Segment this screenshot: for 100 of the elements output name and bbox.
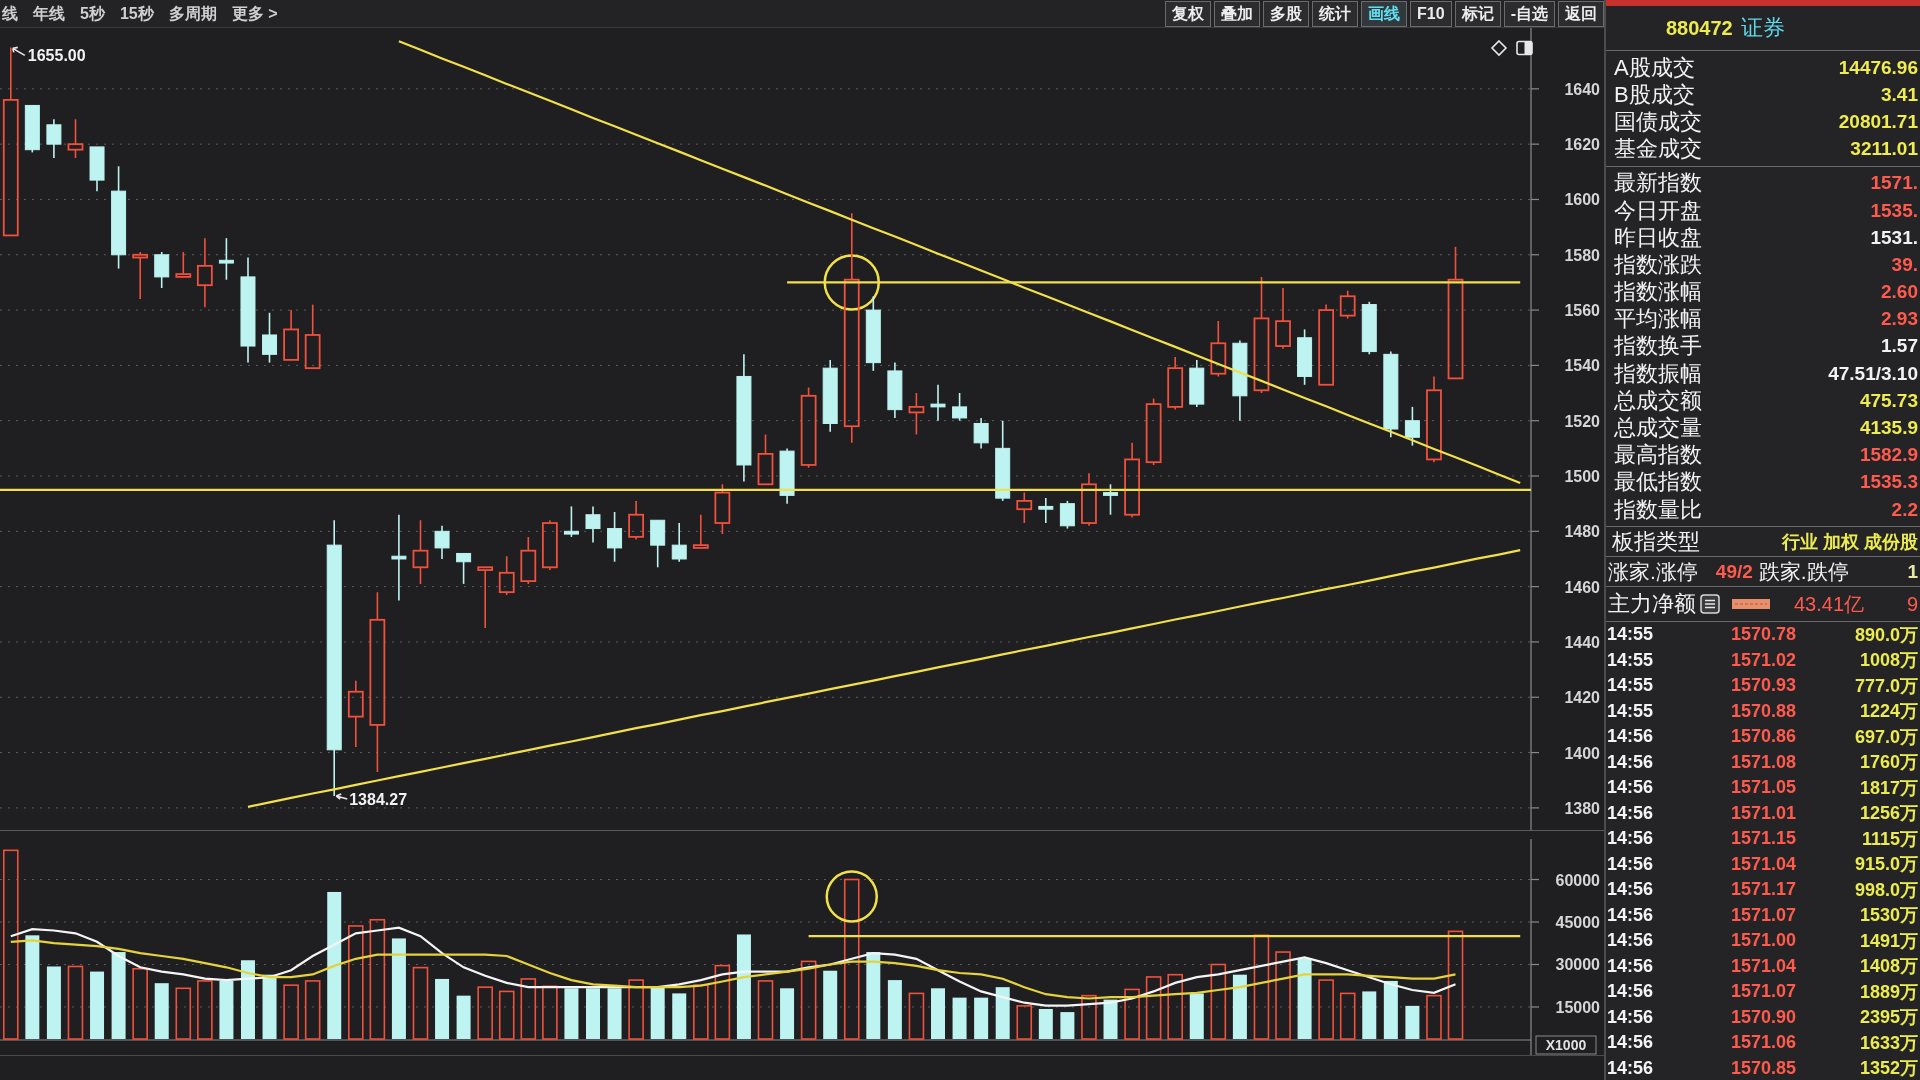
axis-label: 1580 bbox=[1564, 246, 1600, 264]
tick-time: 14:56 bbox=[1606, 955, 1655, 977]
candlestick bbox=[1361, 301, 1377, 356]
tick-volume: 890.0万 bbox=[1853, 623, 1919, 647]
candlestick bbox=[887, 361, 903, 419]
tick-volume: 1115万 bbox=[1860, 827, 1919, 851]
tick-volume: 1408万 bbox=[1858, 955, 1919, 979]
stat-label: 跌家.跌停 bbox=[1758, 558, 1849, 585]
candlestick bbox=[1145, 397, 1162, 466]
tick-time: 14:56 bbox=[1606, 930, 1655, 952]
candlestick bbox=[456, 552, 472, 585]
stat-value: 4135.9 bbox=[1859, 416, 1919, 441]
period-tab[interactable]: 线 bbox=[2, 3, 18, 24]
candlestick bbox=[1404, 406, 1420, 447]
stat-value: 39. bbox=[1891, 252, 1919, 277]
candlestick bbox=[1103, 483, 1118, 516]
tick-time: 14:55 bbox=[1606, 624, 1655, 646]
tick-price: 1571.08 bbox=[1729, 751, 1796, 773]
period-tab[interactable]: 15秒 bbox=[119, 3, 154, 24]
period-tab[interactable]: 更多 > bbox=[231, 3, 278, 24]
candlestick bbox=[477, 566, 494, 629]
stat-label: 主力净额 bbox=[1608, 591, 1696, 618]
toolbar-button[interactable]: -自选 bbox=[1503, 0, 1555, 27]
stat-value: 9 bbox=[1906, 592, 1919, 616]
candlestick bbox=[607, 511, 623, 563]
candlestick bbox=[541, 519, 558, 571]
stat-value: 1535. bbox=[1870, 198, 1919, 223]
axis-label: 1480 bbox=[1564, 523, 1600, 541]
toolbar-button[interactable]: 统计 bbox=[1312, 0, 1359, 27]
candlestick bbox=[196, 237, 213, 309]
candlestick bbox=[175, 251, 192, 278]
stat-value: 1.57 bbox=[1881, 334, 1919, 359]
candlestick bbox=[347, 679, 364, 748]
tick-time: 14:56 bbox=[1606, 879, 1655, 901]
stat-label: 最新指数 bbox=[1614, 170, 1702, 197]
tick-volume: 1256万 bbox=[1858, 802, 1919, 826]
axis-label: 1400 bbox=[1564, 744, 1600, 762]
tick-volume: 1530万 bbox=[1858, 904, 1919, 928]
tick-volume: 777.0万 bbox=[1853, 674, 1919, 698]
tick-volume: 998.0万 bbox=[1853, 878, 1919, 902]
stat-label: B股成交 bbox=[1614, 81, 1695, 108]
tick-time: 14:56 bbox=[1606, 981, 1655, 1003]
axis-label: 45000 bbox=[1555, 914, 1600, 931]
toolbar-button[interactable]: 复权 bbox=[1165, 0, 1212, 27]
tick-volume: 1008万 bbox=[1858, 649, 1919, 673]
toolbar-button[interactable]: 返回 bbox=[1558, 0, 1604, 27]
axis-label: 15000 bbox=[1555, 999, 1600, 1016]
candlestick bbox=[779, 447, 795, 505]
stat-label: A股成交 bbox=[1614, 54, 1695, 81]
toolbar-button[interactable]: 多股 bbox=[1263, 0, 1310, 27]
stat-label: 总成交量 bbox=[1614, 415, 1702, 442]
stat-label: 今日开盘 bbox=[1614, 197, 1702, 224]
candlestick bbox=[650, 519, 666, 569]
security-code: 880472 bbox=[1666, 16, 1733, 40]
period-tab[interactable]: 年线 bbox=[33, 3, 65, 24]
period-tab[interactable]: 多周期 bbox=[168, 3, 217, 24]
tick-volume: 1889万 bbox=[1858, 980, 1919, 1004]
tick-price: 1571.17 bbox=[1729, 879, 1796, 901]
candlestick bbox=[1210, 320, 1227, 378]
stat-label: 国债成交 bbox=[1614, 108, 1702, 135]
bar-icon bbox=[1732, 599, 1770, 610]
tick-price: 1570.85 bbox=[1729, 1057, 1796, 1079]
list-icon[interactable] bbox=[1700, 594, 1720, 615]
tick-time: 14:56 bbox=[1606, 1006, 1655, 1028]
tick-price: 1570.90 bbox=[1729, 1006, 1796, 1028]
panel-toggle-icon[interactable] bbox=[1516, 40, 1533, 56]
candlestick bbox=[1275, 287, 1291, 350]
tick-price: 1570.78 bbox=[1729, 624, 1796, 646]
stat-value: 2.60 bbox=[1881, 280, 1919, 305]
stat-value: 1582.9 bbox=[1859, 443, 1919, 468]
toolbar-button[interactable]: 画线 bbox=[1361, 0, 1408, 27]
toolbar-button[interactable]: F10 bbox=[1410, 0, 1452, 27]
diamond-icon[interactable] bbox=[1490, 39, 1508, 57]
axis-label: 1560 bbox=[1564, 302, 1600, 320]
axis-label: 1440 bbox=[1564, 633, 1600, 651]
toolbar-button[interactable]: 标记 bbox=[1454, 0, 1501, 27]
candlestick bbox=[67, 118, 84, 159]
stat-value: 14476.96 bbox=[1838, 55, 1919, 80]
candlestick bbox=[154, 251, 170, 289]
stat-value: 1 bbox=[1907, 560, 1919, 583]
tick-price: 1570.93 bbox=[1729, 675, 1796, 697]
tick-price: 1571.07 bbox=[1729, 981, 1796, 1003]
tick-time: 14:56 bbox=[1606, 828, 1655, 850]
tick-price: 1571.00 bbox=[1729, 930, 1796, 952]
stat-label: 指数量比 bbox=[1614, 496, 1702, 523]
candlestick bbox=[628, 500, 644, 541]
candlestick bbox=[692, 513, 709, 549]
toolbar-button[interactable]: 叠加 bbox=[1214, 0, 1261, 27]
unit-label: X1000 bbox=[1535, 1035, 1597, 1055]
tick-time: 14:56 bbox=[1606, 802, 1655, 824]
tick-volume: 1760万 bbox=[1858, 751, 1919, 775]
candlestick bbox=[973, 417, 989, 450]
candlestick bbox=[1038, 497, 1054, 524]
axis-label: 1380 bbox=[1564, 799, 1600, 817]
candlestick bbox=[1297, 328, 1313, 386]
candlestick bbox=[714, 483, 731, 535]
period-tab[interactable]: 5秒 bbox=[80, 3, 105, 24]
axis-label: 30000 bbox=[1555, 956, 1600, 974]
candlestick bbox=[412, 519, 429, 585]
stat-label: 指数涨跌 bbox=[1614, 251, 1702, 278]
